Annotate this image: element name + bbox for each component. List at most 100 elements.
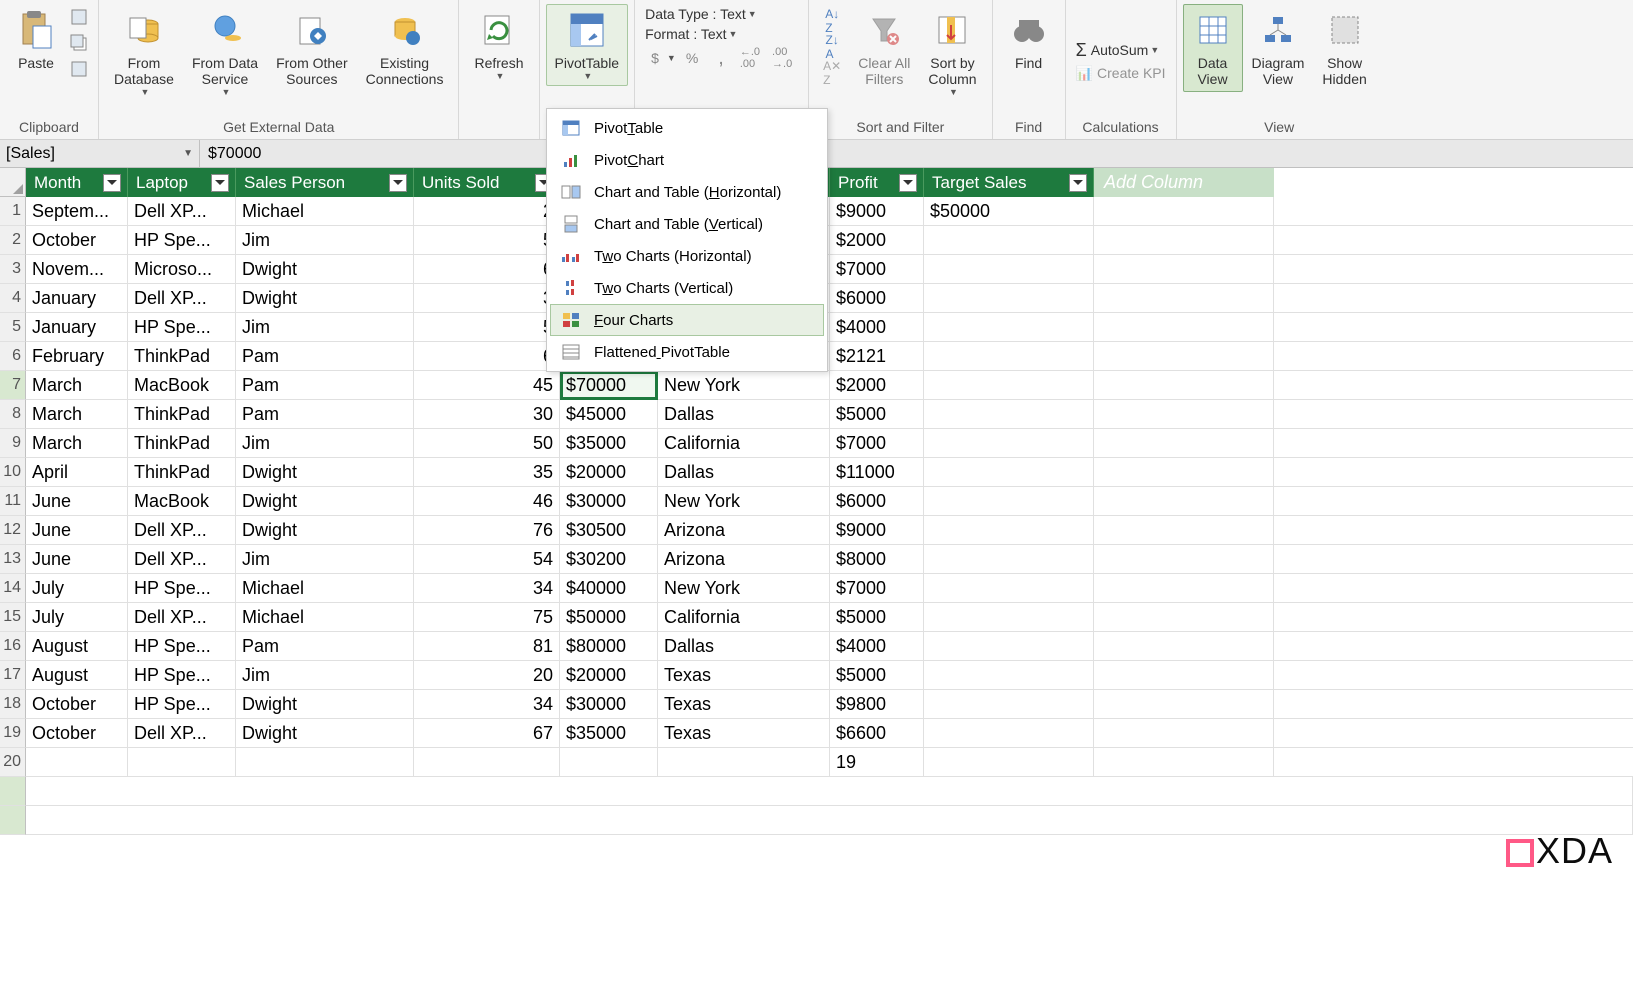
decrease-decimal-button[interactable]: .00→.0 xyxy=(772,46,792,70)
cell-sales-person[interactable]: Pam xyxy=(236,400,414,429)
paste-button[interactable]: Paste xyxy=(6,4,66,76)
cell-sales[interactable]: $20000 xyxy=(560,661,658,690)
cell-month[interactable]: Septem... xyxy=(26,197,128,226)
cell-sales-person[interactable]: Dwight xyxy=(236,458,414,487)
cell-sales-person[interactable] xyxy=(236,748,414,777)
cell-target-sales[interactable] xyxy=(924,516,1094,545)
cell-empty[interactable] xyxy=(1094,197,1274,226)
from-database-button[interactable]: From Database ▼ xyxy=(105,4,183,102)
col-header-laptop[interactable]: Laptop xyxy=(128,168,236,197)
cell-location[interactable]: Arizona xyxy=(658,545,830,574)
cell-sales-person[interactable]: Pam xyxy=(236,371,414,400)
cell-profit[interactable]: $6000 xyxy=(830,284,924,313)
cell-profit[interactable]: $4000 xyxy=(830,313,924,342)
show-hidden-button[interactable]: Show Hidden xyxy=(1313,4,1375,92)
cell-empty[interactable] xyxy=(1094,516,1274,545)
cell-sales-person[interactable]: Pam xyxy=(236,632,414,661)
cell-laptop[interactable]: Dell XP... xyxy=(128,545,236,574)
cell-units-sold[interactable]: 50 xyxy=(414,429,560,458)
cell-profit[interactable]: $8000 xyxy=(830,545,924,574)
cell-laptop[interactable] xyxy=(128,748,236,777)
cell-month[interactable]: January xyxy=(26,313,128,342)
cell-empty[interactable] xyxy=(1094,458,1274,487)
cell-location[interactable] xyxy=(658,748,830,777)
cell-empty[interactable] xyxy=(1094,429,1274,458)
cell-location[interactable]: Texas xyxy=(658,661,830,690)
cell-target-sales[interactable] xyxy=(924,632,1094,661)
cell-sales-person[interactable]: Dwight xyxy=(236,719,414,748)
filter-icon[interactable] xyxy=(1069,174,1087,192)
cell-profit[interactable]: $2000 xyxy=(830,226,924,255)
cell-empty[interactable] xyxy=(1094,255,1274,284)
copy-icon[interactable] xyxy=(68,32,90,54)
row-number[interactable]: 7 xyxy=(0,371,26,400)
data-view-button[interactable]: Data View xyxy=(1183,4,1243,92)
cell-target-sales[interactable] xyxy=(924,400,1094,429)
cell-laptop[interactable]: Microso... xyxy=(128,255,236,284)
row-number[interactable]: 19 xyxy=(0,719,26,748)
cell-empty[interactable] xyxy=(1094,661,1274,690)
cell-sales[interactable]: $30200 xyxy=(560,545,658,574)
cell-sales-person[interactable]: Jim xyxy=(236,661,414,690)
cell-laptop[interactable]: Dell XP... xyxy=(128,603,236,632)
cell-units-sold[interactable]: 75 xyxy=(414,603,560,632)
increase-decimal-button[interactable]: ←.0.00 xyxy=(740,46,760,70)
cell-laptop[interactable]: ThinkPad xyxy=(128,429,236,458)
comma-button[interactable]: , xyxy=(718,47,724,70)
menu-item-two-charts-vertical-[interactable]: Two Charts (Vertical) xyxy=(550,272,824,304)
menu-item-flattened-pivottable[interactable]: Flattened PivotTable xyxy=(550,336,824,368)
cell-sales[interactable]: $45000 xyxy=(560,400,658,429)
cell-sales[interactable] xyxy=(560,748,658,777)
name-box[interactable]: [Sales] ▼ xyxy=(0,140,200,167)
cell-units-sold[interactable]: 6 xyxy=(414,255,560,284)
cell-sales-person[interactable]: Michael xyxy=(236,603,414,632)
cell-laptop[interactable]: MacBook xyxy=(128,487,236,516)
cell-location[interactable]: Texas xyxy=(658,719,830,748)
cell-laptop[interactable]: ThinkPad xyxy=(128,400,236,429)
cell-month[interactable]: March xyxy=(26,400,128,429)
clear-sort-icon[interactable]: A✕Z xyxy=(821,62,843,84)
row-number[interactable] xyxy=(0,777,26,806)
row-number[interactable] xyxy=(0,806,26,835)
cell-units-sold[interactable]: 35 xyxy=(414,458,560,487)
filter-icon[interactable] xyxy=(103,174,121,192)
cell-target-sales[interactable] xyxy=(924,574,1094,603)
cell-target-sales[interactable] xyxy=(924,690,1094,719)
cell-laptop[interactable]: Dell XP... xyxy=(128,719,236,748)
cell-month[interactable]: Novem... xyxy=(26,255,128,284)
cell-units-sold[interactable]: 81 xyxy=(414,632,560,661)
cell-empty[interactable] xyxy=(26,806,1633,835)
cell-profit[interactable]: $6000 xyxy=(830,487,924,516)
select-all-corner[interactable] xyxy=(0,168,26,197)
row-number[interactable]: 18 xyxy=(0,690,26,719)
cell-target-sales[interactable] xyxy=(924,719,1094,748)
cell-units-sold[interactable]: 5 xyxy=(414,226,560,255)
cell-sales[interactable]: $70000 xyxy=(560,371,658,400)
row-number[interactable]: 11 xyxy=(0,487,26,516)
cell-profit[interactable]: $4000 xyxy=(830,632,924,661)
cell-sales[interactable]: $40000 xyxy=(560,574,658,603)
cell-empty[interactable] xyxy=(1094,226,1274,255)
cell-sales[interactable]: $80000 xyxy=(560,632,658,661)
cell-empty[interactable] xyxy=(1094,487,1274,516)
cell-profit[interactable]: $5000 xyxy=(830,661,924,690)
row-number[interactable]: 16 xyxy=(0,632,26,661)
cell-empty[interactable] xyxy=(1094,690,1274,719)
cell-units-sold[interactable]: 76 xyxy=(414,516,560,545)
cell-month[interactable]: January xyxy=(26,284,128,313)
refresh-button[interactable]: Refresh ▼ xyxy=(465,4,532,86)
row-number[interactable]: 13 xyxy=(0,545,26,574)
row-number[interactable]: 6 xyxy=(0,342,26,371)
cell-month[interactable]: June xyxy=(26,545,128,574)
row-number[interactable]: 20 xyxy=(0,748,26,777)
currency-button[interactable]: $ xyxy=(651,50,659,66)
cell-profit[interactable]: $7000 xyxy=(830,574,924,603)
filter-icon[interactable] xyxy=(389,174,407,192)
cell-month[interactable]: April xyxy=(26,458,128,487)
cell-units-sold[interactable]: 67 xyxy=(414,719,560,748)
cell-location[interactable]: Dallas xyxy=(658,632,830,661)
cell-month[interactable]: March xyxy=(26,429,128,458)
cell-sales-person[interactable]: Dwight xyxy=(236,487,414,516)
diagram-view-button[interactable]: Diagram View xyxy=(1243,4,1314,92)
cell-laptop[interactable]: Dell XP... xyxy=(128,197,236,226)
